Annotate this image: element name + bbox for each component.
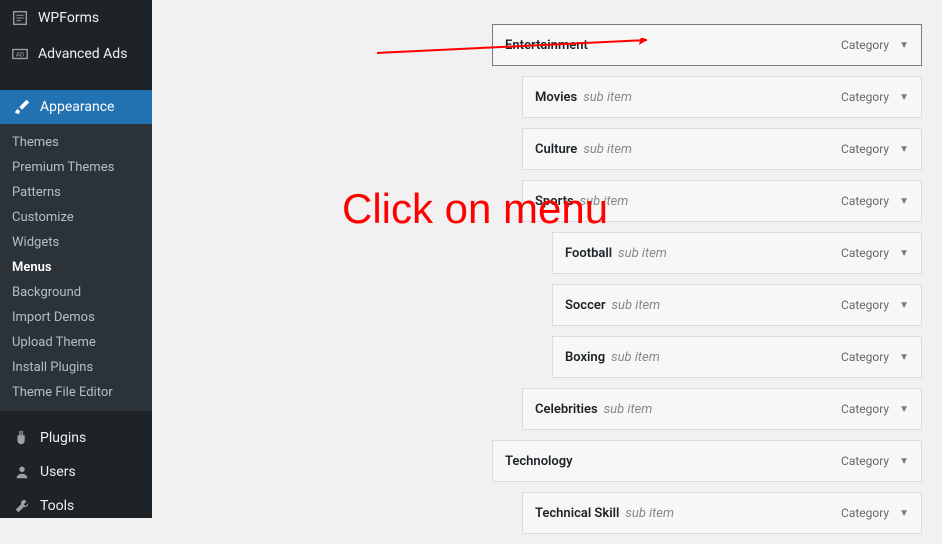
caret-down-icon[interactable]: ▼	[899, 508, 909, 519]
menu-item-meta: Category▼	[841, 454, 909, 468]
admin-sidebar: WPForms AD Advanced Ads Appearance Theme…	[0, 0, 152, 518]
sidebar-item-advanced-ads[interactable]: AD Advanced Ads	[0, 36, 152, 72]
wpforms-icon	[10, 8, 30, 28]
menu-item-title: Technical Skillsub item	[535, 506, 674, 521]
menu-item-title: Boxingsub item	[565, 350, 660, 365]
sidebar-item-label: Users	[40, 464, 76, 480]
menu-item-title: Technology	[505, 454, 573, 469]
plugin-icon	[12, 428, 32, 448]
menu-structure: Entertainment Category▼ Moviessub item Cate…	[492, 24, 922, 544]
caret-down-icon[interactable]: ▼	[899, 40, 909, 51]
menu-item-meta: Category▼	[841, 350, 909, 364]
menu-item-meta: Category▼	[841, 298, 909, 312]
caret-down-icon[interactable]: ▼	[899, 456, 909, 467]
sidebar-item-label: Appearance	[40, 99, 114, 115]
annotation-text: Click on menu	[342, 185, 608, 233]
submenu-item-background[interactable]: Background	[0, 280, 152, 305]
sidebar-item-label: Advanced Ads	[38, 46, 127, 62]
menu-item[interactable]: Entertainment Category▼	[492, 24, 922, 66]
main-content: Entertainment Category▼ Moviessub item Cate…	[152, 0, 942, 518]
menu-item-meta: Category▼	[841, 402, 909, 416]
sidebar-item-label: WPForms	[38, 10, 99, 26]
menu-item[interactable]: Technology Category▼	[492, 440, 922, 482]
menu-item-meta: Category▼	[841, 194, 909, 208]
menu-item-meta: Category▼	[841, 90, 909, 104]
menu-item[interactable]: Boxingsub item Category▼	[552, 336, 922, 378]
submenu-item-widgets[interactable]: Widgets	[0, 230, 152, 255]
appearance-submenu: Themes Premium Themes Patterns Customize…	[0, 124, 152, 411]
menu-item[interactable]: Footballsub item Category▼	[552, 232, 922, 274]
caret-down-icon[interactable]: ▼	[899, 300, 909, 311]
submenu-item-theme-file-editor[interactable]: Theme File Editor	[0, 380, 152, 405]
caret-down-icon[interactable]: ▼	[899, 352, 909, 363]
menu-item[interactable]: Soccersub item Category▼	[552, 284, 922, 326]
users-icon	[12, 462, 32, 482]
menu-item-title: Culturesub item	[535, 142, 632, 157]
caret-down-icon[interactable]: ▼	[899, 248, 909, 259]
submenu-item-customize[interactable]: Customize	[0, 205, 152, 230]
submenu-item-install-plugins[interactable]: Install Plugins	[0, 355, 152, 380]
menu-item-title: Soccersub item	[565, 298, 660, 313]
menu-item-title: Moviessub item	[535, 90, 632, 105]
brush-icon	[12, 97, 32, 117]
submenu-item-patterns[interactable]: Patterns	[0, 180, 152, 205]
caret-down-icon[interactable]: ▼	[899, 196, 909, 207]
menu-item-title: Footballsub item	[565, 246, 667, 261]
menu-item[interactable]: Culturesub item Category▼	[522, 128, 922, 170]
sidebar-item-plugins[interactable]: Plugins	[0, 421, 152, 455]
submenu-item-import-demos[interactable]: Import Demos	[0, 305, 152, 330]
sidebar-item-wpforms[interactable]: WPForms	[0, 0, 152, 36]
submenu-item-themes[interactable]: Themes	[0, 130, 152, 155]
menu-item[interactable]: Celebritiessub item Category▼	[522, 388, 922, 430]
submenu-item-upload-theme[interactable]: Upload Theme	[0, 330, 152, 355]
menu-item[interactable]: Technical Skillsub itemCategory▼	[522, 492, 922, 534]
caret-down-icon[interactable]: ▼	[899, 404, 909, 415]
menu-item[interactable]: Moviessub item Category▼	[522, 76, 922, 118]
caret-down-icon[interactable]: ▼	[899, 92, 909, 103]
tools-icon	[12, 496, 32, 516]
sidebar-item-label: Plugins	[40, 430, 86, 446]
svg-text:AD: AD	[16, 51, 24, 59]
menu-item-meta: Category▼	[841, 142, 909, 156]
sidebar-item-users[interactable]: Users	[0, 455, 152, 489]
submenu-item-premium-themes[interactable]: Premium Themes	[0, 155, 152, 180]
menu-item-meta: Category▼	[841, 38, 909, 52]
sidebar-item-label: Tools	[40, 498, 74, 514]
sidebar-item-appearance[interactable]: Appearance	[0, 90, 152, 124]
submenu-item-menus[interactable]: Menus	[0, 255, 152, 280]
menu-item-meta: Category▼	[841, 246, 909, 260]
ads-icon: AD	[10, 44, 30, 64]
menu-item-title: Celebritiessub item	[535, 402, 652, 417]
caret-down-icon[interactable]: ▼	[899, 144, 909, 155]
menu-item-title: Entertainment	[505, 38, 588, 53]
